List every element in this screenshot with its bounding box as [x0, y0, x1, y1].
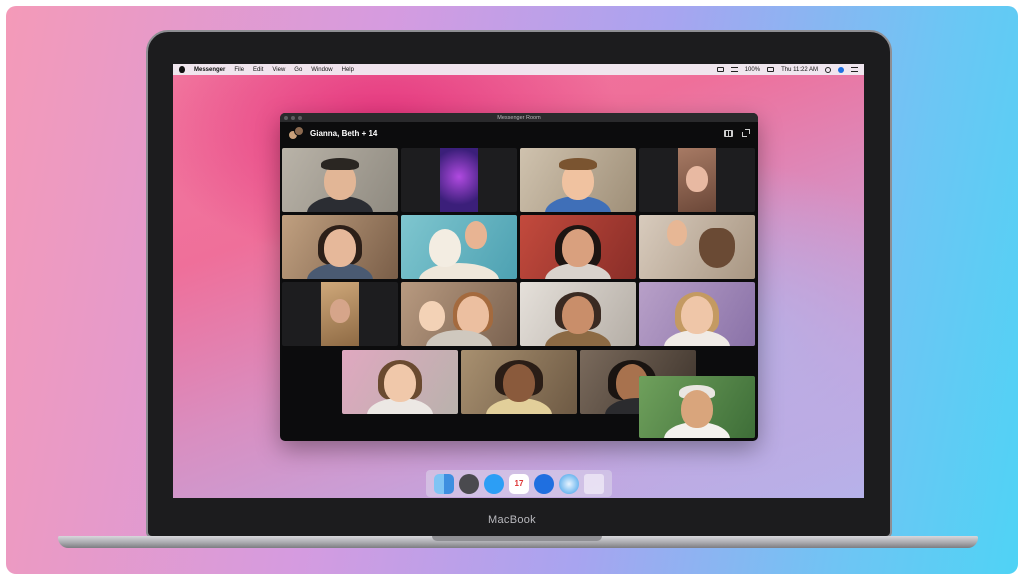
messages-icon[interactable] — [484, 473, 504, 494]
video-tile[interactable] — [401, 282, 517, 346]
background-frame: MacBook Messenger File Edit View Go Wind… — [6, 6, 1018, 574]
call-header: Gianna, Beth + 14 — [280, 122, 758, 144]
video-tile[interactable] — [401, 215, 517, 279]
video-tile[interactable] — [282, 215, 398, 279]
window-title: Messenger Room — [497, 114, 541, 121]
video-tile[interactable] — [639, 215, 755, 279]
video-tile[interactable] — [639, 148, 755, 212]
laptop-hinge-notch — [432, 536, 602, 541]
apple-icon[interactable] — [179, 66, 185, 73]
video-tile[interactable] — [401, 148, 517, 212]
video-tile[interactable] — [282, 282, 398, 346]
menu-go[interactable]: Go — [294, 67, 302, 73]
call-title: Gianna, Beth + 14 — [310, 128, 378, 138]
battery-icon[interactable] — [767, 67, 775, 72]
spotlight-icon[interactable] — [825, 66, 831, 73]
menu-app-name[interactable]: Messenger — [194, 67, 225, 73]
video-tile[interactable] — [520, 215, 636, 279]
video-grid — [282, 148, 756, 439]
menubar-clock[interactable]: Thu 11:22 AM — [781, 67, 818, 73]
menu-view[interactable]: View — [272, 67, 285, 73]
mac-dock: 17 — [426, 470, 612, 497]
grid-view-icon[interactable] — [724, 129, 733, 137]
video-tile[interactable] — [342, 350, 458, 414]
video-tile[interactable] — [520, 282, 636, 346]
airplay-icon[interactable] — [716, 67, 724, 72]
video-tile[interactable] — [461, 350, 577, 414]
finder-icon[interactable] — [434, 473, 454, 494]
messenger-icon[interactable] — [534, 473, 554, 494]
menu-edit[interactable]: Edit — [253, 67, 263, 73]
video-tile[interactable] — [639, 282, 755, 346]
calendar-icon[interactable]: 17 — [509, 473, 529, 494]
video-tile-active-speaker[interactable] — [639, 376, 755, 438]
battery-percent: 100% — [744, 66, 761, 73]
mac-menubar: Messenger File Edit View Go Window Help … — [173, 64, 864, 75]
menu-file[interactable]: File — [234, 67, 244, 73]
wifi-icon[interactable] — [730, 67, 738, 72]
video-tile[interactable] — [520, 148, 636, 212]
window-titlebar[interactable]: Messenger Room — [280, 113, 758, 122]
participants-avatar[interactable] — [288, 126, 304, 140]
siri-icon[interactable] — [838, 66, 844, 73]
safari-icon[interactable] — [559, 473, 579, 494]
laptop-brand-label: MacBook — [488, 514, 536, 526]
system-preferences-icon[interactable] — [459, 473, 479, 494]
notification-center-icon[interactable] — [851, 67, 858, 72]
fullscreen-icon[interactable] — [742, 129, 750, 137]
menu-help[interactable]: Help — [342, 67, 354, 73]
messenger-room-window: Messenger Room Gianna, Beth + 14 — [280, 113, 758, 441]
menubar-status: 100% Thu 11:22 AM — [716, 66, 858, 73]
trash-icon[interactable] — [584, 473, 604, 494]
video-tile[interactable] — [282, 148, 398, 212]
desktop-screen: Messenger File Edit View Go Window Help … — [173, 64, 864, 498]
menu-window[interactable]: Window — [311, 67, 332, 73]
